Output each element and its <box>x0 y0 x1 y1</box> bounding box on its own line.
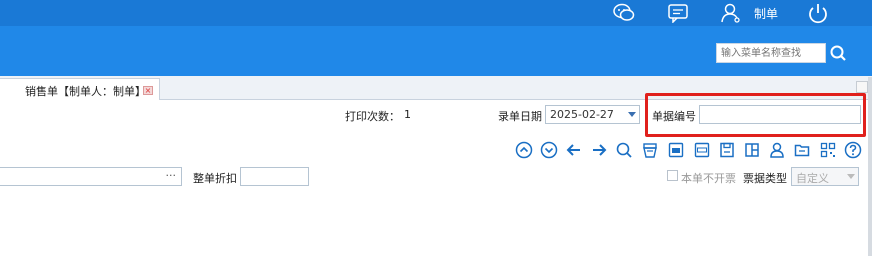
qrcode-icon[interactable] <box>818 140 838 160</box>
ellipsis-button[interactable]: ··· <box>166 169 177 182</box>
user-icon[interactable] <box>767 140 787 160</box>
chevron-down-icon[interactable] <box>847 174 855 179</box>
up-circle-icon[interactable] <box>514 140 534 160</box>
wechat-icon[interactable] <box>612 2 636 24</box>
lookup-field[interactable]: ··· <box>0 167 182 186</box>
menu-search-input[interactable] <box>716 43 826 63</box>
tab-sales-order[interactable]: 销售单【制单人：制单】 × <box>0 78 160 100</box>
entry-date-select[interactable]: 2025-02-27 <box>545 105 640 124</box>
print-icon[interactable] <box>640 140 660 160</box>
print-count-label: 打印次数： <box>345 110 400 123</box>
close-icon[interactable]: × <box>143 86 153 95</box>
invoice-type-select[interactable]: 自定义 <box>791 167 859 186</box>
entry-date-value: 2025-02-27 <box>550 108 614 121</box>
invoice-type-label: 票据类型 <box>743 172 787 185</box>
tab-label: 销售单【制单人：制单】 <box>25 85 146 98</box>
message-icon[interactable] <box>666 2 690 24</box>
discount-field[interactable] <box>240 167 309 186</box>
entry-date-label: 录单日期 <box>498 110 542 123</box>
folder-icon[interactable] <box>792 140 812 160</box>
print-count-value: 1 <box>404 108 411 121</box>
down-circle-icon[interactable] <box>539 140 559 160</box>
arrow-left-icon[interactable] <box>564 140 584 160</box>
save-icon[interactable] <box>717 140 737 160</box>
user-icon[interactable] <box>719 2 743 24</box>
copy-icon[interactable] <box>742 140 762 160</box>
search-icon[interactable] <box>829 43 847 63</box>
search-icon[interactable] <box>614 140 634 160</box>
help-icon[interactable] <box>843 140 863 160</box>
highlight-annotation <box>645 93 866 137</box>
tag-icon[interactable] <box>666 140 686 160</box>
no-invoice-label: 本单不开票 <box>681 172 736 185</box>
export-icon[interactable] <box>692 140 712 160</box>
arrow-right-icon[interactable] <box>589 140 609 160</box>
invoice-type-value: 自定义 <box>796 172 829 185</box>
discount-label: 整单折扣 <box>193 172 237 185</box>
no-invoice-checkbox[interactable] <box>667 170 678 181</box>
chevron-down-icon[interactable] <box>628 112 636 117</box>
top-bar: 制单 <box>0 0 872 26</box>
user-name[interactable]: 制单 <box>754 5 778 22</box>
vertical-scrollbar[interactable] <box>868 77 872 256</box>
menu-search-bar <box>0 26 872 76</box>
power-icon[interactable] <box>806 2 830 24</box>
tab-scroll-button[interactable] <box>856 81 868 93</box>
